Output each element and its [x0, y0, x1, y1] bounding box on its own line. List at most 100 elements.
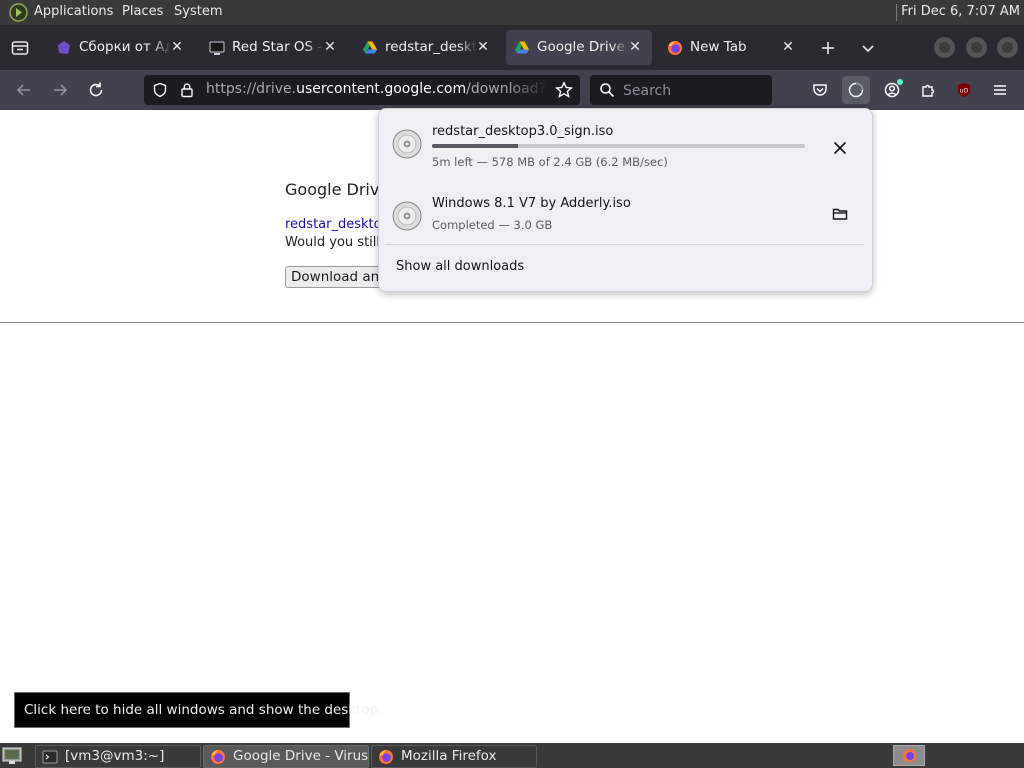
search-bar[interactable] [590, 75, 772, 105]
download-progress-fill [432, 144, 518, 148]
extensions-button[interactable] [914, 76, 942, 104]
account-button[interactable] [878, 76, 906, 104]
firefox-icon [379, 750, 393, 764]
downloads-panel: redstar_desktop3.0_sign.iso 5m left — 57… [378, 108, 873, 292]
window-close-button[interactable] [997, 37, 1018, 58]
search-input[interactable] [621, 80, 765, 102]
tab-google-drive[interactable]: Google Drive - V ✕ [506, 30, 652, 65]
monitor-icon [209, 41, 225, 55]
firefox-view-icon [11, 41, 29, 55]
clock[interactable]: Fri Dec 6, 7:07 AM [901, 4, 1020, 19]
new-tab-button[interactable] [818, 38, 838, 58]
tab-adderly[interactable]: Сборки от Адд ✕ [48, 30, 194, 65]
downloads-button[interactable] [842, 76, 870, 104]
download-progress-bar [432, 144, 805, 148]
disc-icon [392, 129, 422, 159]
close-icon[interactable]: ✕ [322, 39, 338, 55]
url-text[interactable]: https://drive.usercontent.google.com/dow… [206, 81, 548, 100]
google-drive-icon [515, 41, 529, 54]
reload-icon [89, 82, 103, 97]
panel-separator [896, 4, 897, 21]
gnome-foot-icon[interactable] [9, 3, 28, 22]
firefox-icon [668, 41, 682, 55]
tab-new-tab[interactable]: New Tab ✕ [659, 30, 805, 65]
horizontal-rule [0, 322, 1024, 323]
download-status: Completed — 3.0 GB [432, 218, 553, 232]
taskbar-item-label: Mozilla Firefox [401, 748, 497, 764]
list-all-tabs-button[interactable] [858, 38, 878, 58]
download-item[interactable]: Windows 8.1 V7 by Adderly.iso Completed … [385, 187, 864, 249]
svg-text:uO: uO [960, 88, 969, 95]
top-panel: Applications Places System Fri Dec 6, 7:… [0, 0, 1024, 25]
firefox-icon [211, 750, 225, 764]
url-scheme: https://drive. [206, 81, 297, 97]
navigation-toolbar: https://drive.usercontent.google.com/dow… [0, 70, 1024, 110]
pocket-button[interactable] [806, 76, 834, 104]
tab-title: redstar_desktop [385, 39, 477, 55]
reload-button[interactable] [86, 80, 106, 100]
close-icon[interactable]: ✕ [475, 39, 491, 55]
show-desktop-tooltip: Click here to hide all windows and show … [14, 692, 383, 728]
minimize-button[interactable] [934, 37, 955, 58]
page-title: Google Drive [285, 180, 390, 199]
ublock-origin-icon: uO [958, 83, 970, 97]
close-icon [833, 141, 847, 155]
url-path: /download?id=1G [466, 81, 548, 97]
tab-title: Red Star OS - A [232, 39, 324, 55]
virus-warning-question: Would you still li [285, 235, 392, 250]
lock-icon[interactable] [179, 82, 195, 98]
arrow-right-icon [54, 84, 68, 96]
show-desktop-icon[interactable] [2, 746, 22, 765]
taskbar-item-label: [vm3@vm3:~] [65, 748, 165, 764]
download-filename: Windows 8.1 V7 by Adderly.iso [432, 196, 631, 211]
folder-icon [832, 208, 848, 220]
menu-places[interactable]: Places [122, 4, 163, 19]
bottom-panel: [vm3@vm3:~] Google Drive - Virus... Mozi… [0, 743, 1024, 768]
forward-button[interactable] [50, 80, 70, 100]
notification-dot [897, 79, 903, 85]
tab-red-star-os[interactable]: Red Star OS - A ✕ [201, 30, 347, 65]
maximize-button[interactable] [966, 37, 987, 58]
back-button[interactable] [14, 80, 34, 100]
firefox-icon [902, 748, 917, 763]
search-icon [600, 83, 615, 98]
shield-icon[interactable] [152, 82, 168, 98]
pocket-icon [813, 84, 827, 96]
tab-title: Сборки от Адд [79, 39, 171, 55]
terminal-icon [42, 750, 58, 764]
download-status: 5m left — 578 MB of 2.4 GB (6.2 MB/sec) [432, 155, 668, 169]
google-drive-icon [363, 41, 377, 54]
menu-button[interactable] [986, 76, 1014, 104]
panel-divider [385, 244, 864, 245]
star-icon[interactable] [555, 81, 573, 99]
disc-icon [392, 201, 422, 231]
ublock-button[interactable]: uO [950, 76, 978, 104]
plus-icon [822, 42, 834, 54]
downloads-progress-icon [848, 82, 864, 98]
firefox-view-button[interactable] [10, 38, 30, 58]
taskbar-item-firefox[interactable]: Mozilla Firefox [371, 745, 537, 768]
close-icon[interactable]: ✕ [169, 39, 185, 55]
tab-strip: Сборки от Адд ✕ Red Star OS - A ✕ redsta… [0, 25, 1024, 70]
show-in-folder-button[interactable] [826, 200, 854, 228]
taskbar-item-google-drive[interactable]: Google Drive - Virus... [203, 745, 369, 768]
url-host: usercontent.google.com [296, 81, 467, 97]
show-all-downloads-button[interactable]: Show all downloads [396, 259, 524, 274]
menu-system[interactable]: System [174, 4, 222, 19]
download-item[interactable]: redstar_desktop3.0_sign.iso 5m left — 57… [385, 115, 864, 177]
arrow-left-icon [16, 84, 30, 96]
adderly-icon [58, 41, 70, 54]
taskbar-item-label: Google Drive - Virus... [233, 748, 369, 764]
close-icon[interactable]: ✕ [627, 39, 643, 55]
taskbar-item-terminal[interactable]: [vm3@vm3:~] [35, 745, 201, 768]
cancel-download-button[interactable] [826, 134, 854, 162]
url-bar[interactable]: https://drive.usercontent.google.com/dow… [144, 75, 580, 105]
close-icon[interactable]: ✕ [780, 39, 796, 55]
workspace-switcher[interactable] [893, 745, 925, 766]
menu-applications[interactable]: Applications [34, 4, 113, 19]
chevron-down-icon [862, 45, 874, 53]
download-filename: redstar_desktop3.0_sign.iso [432, 124, 614, 139]
tab-redstar-desktop[interactable]: redstar_desktop ✕ [354, 30, 500, 65]
file-link[interactable]: redstar_desktop [285, 217, 390, 232]
hamburger-icon [994, 85, 1006, 95]
